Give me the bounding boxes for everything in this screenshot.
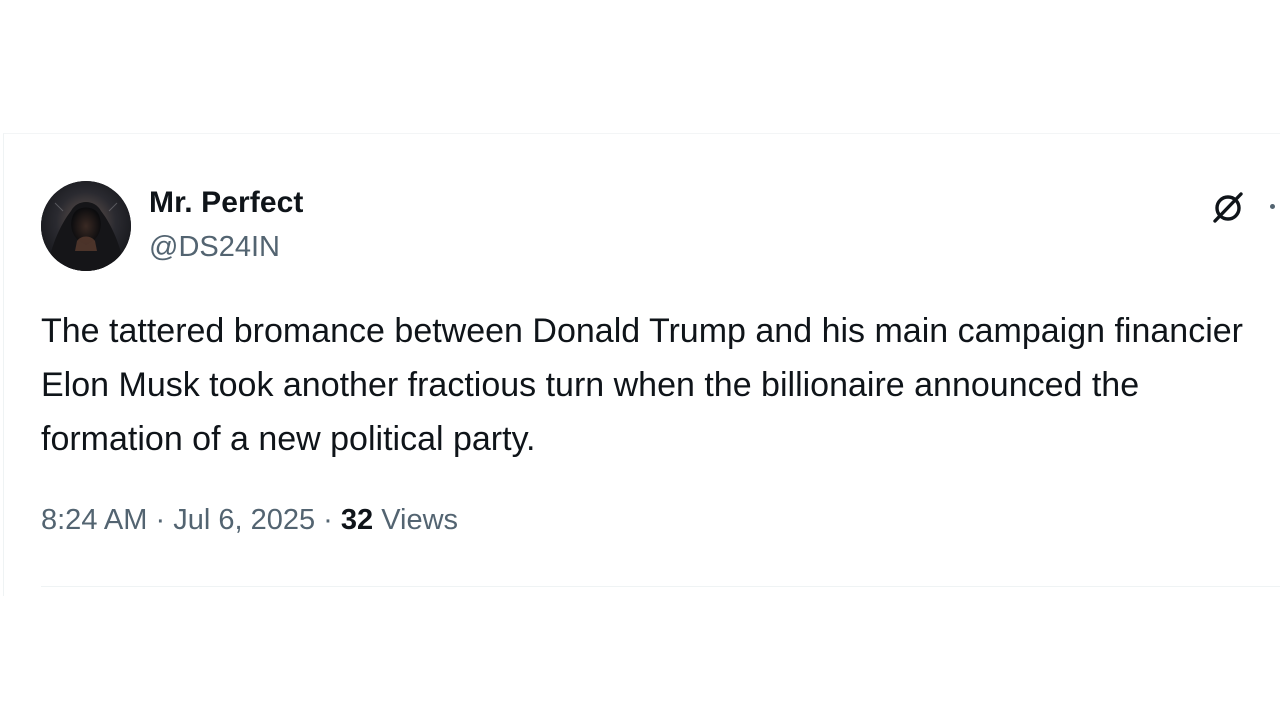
author-display-name[interactable]: Mr. Perfect — [149, 186, 304, 220]
tweet-text: The tattered bromance between Donald Tru… — [41, 312, 1244, 458]
tweet-metadata: 8:24 AM · Jul 6, 2025 · 32 Views — [41, 504, 458, 537]
divider — [41, 586, 1280, 587]
tweet-time[interactable]: 8:24 AM — [41, 504, 147, 536]
meta-separator: · — [323, 504, 333, 536]
tweet-card: Mr. Perfect @DS24IN The tattered bromanc… — [3, 133, 1280, 596]
views-label: Views — [381, 504, 459, 536]
more-options-icon[interactable] — [1264, 187, 1280, 227]
views-count[interactable]: 32 — [341, 504, 373, 536]
hooded-figure-avatar-icon — [41, 181, 131, 271]
more-dot — [1270, 204, 1275, 209]
tweet-date[interactable]: Jul 6, 2025 — [173, 504, 315, 536]
avatar[interactable] — [41, 181, 131, 271]
meta-separator: · — [155, 504, 166, 536]
grok-icon[interactable] — [1208, 187, 1248, 227]
author-handle[interactable]: @DS24IN — [149, 231, 280, 264]
